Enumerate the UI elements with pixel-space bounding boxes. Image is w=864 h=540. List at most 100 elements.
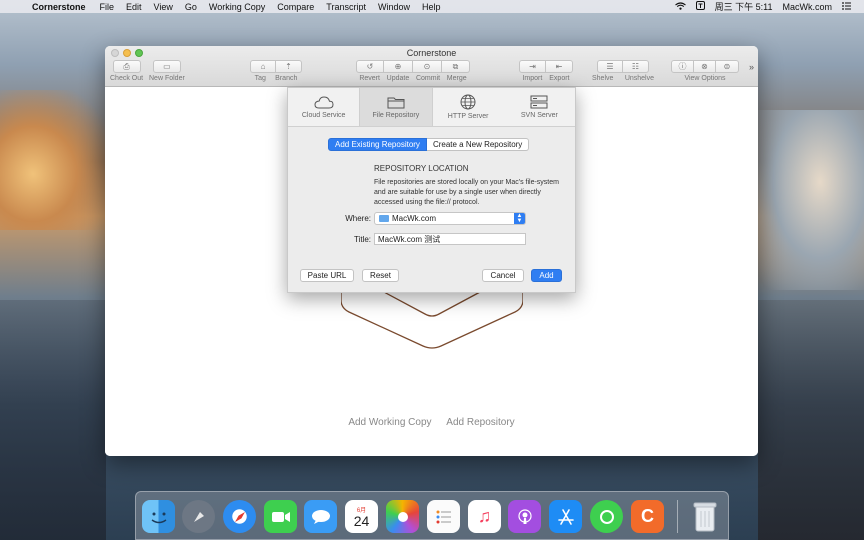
trash-icon[interactable] xyxy=(688,500,721,533)
tab-http-server-label: HTTP Server xyxy=(447,113,489,120)
update-label: Update xyxy=(386,75,410,82)
facetime-icon[interactable] xyxy=(264,500,297,533)
menu-working-copy[interactable]: Working Copy xyxy=(203,2,271,12)
dock: 6月 24 ♫ C xyxy=(135,491,729,540)
merge-button[interactable]: ⧉ xyxy=(442,60,470,73)
podcasts-icon[interactable] xyxy=(508,500,541,533)
check-out-button[interactable]: ⎙ Check Out xyxy=(110,60,143,82)
unshelve-label: Unshelve xyxy=(624,75,654,82)
title-field[interactable]: MacWk.com 测试 xyxy=(374,233,526,245)
import-export-group: ⇥ ⇤ Import Export xyxy=(519,60,573,82)
find-my-icon[interactable] xyxy=(590,500,623,533)
reminders-icon[interactable] xyxy=(427,500,460,533)
merge-icon: ⧉ xyxy=(452,61,459,71)
new-folder-icon: ▭ xyxy=(163,62,171,71)
window-titlebar: Cornerstone ⎙ Check Out ▭ New Folder ⌂ ⇡… xyxy=(105,46,758,87)
commit-label: Commit xyxy=(415,75,441,82)
menu-window[interactable]: Window xyxy=(372,2,416,12)
menu-edit[interactable]: Edit xyxy=(120,2,148,12)
shelve-button[interactable]: ☰ xyxy=(597,60,623,73)
where-value: MacWk.com xyxy=(392,214,436,223)
view-option-info-button[interactable]: ⓘ xyxy=(671,60,694,73)
menubar-user[interactable]: MacWk.com xyxy=(778,2,838,12)
repository-location-heading: REPOSITORY LOCATION xyxy=(374,164,469,173)
close-circle-icon: ⊗ xyxy=(701,62,708,71)
safari-icon[interactable] xyxy=(223,500,256,533)
menu-transcript[interactable]: Transcript xyxy=(320,2,372,12)
view-options-label: View Options xyxy=(684,75,726,82)
folder-icon xyxy=(387,97,405,108)
tab-svn-server-label: SVN Server xyxy=(520,112,558,119)
photos-icon[interactable] xyxy=(386,500,419,533)
cornerstone-icon[interactable]: C xyxy=(631,500,664,533)
wallpaper-shadow-left xyxy=(0,300,106,540)
revert-label: Revert xyxy=(359,75,380,82)
menubar-clock[interactable]: 周三 下午 5:11 xyxy=(710,0,778,13)
commit-icon: ⊙ xyxy=(423,62,431,71)
window-title: Cornerstone xyxy=(406,48,457,58)
tab-svn-server[interactable]: SVN Server xyxy=(504,88,575,126)
menu-help[interactable]: Help xyxy=(416,2,447,12)
new-folder-button[interactable]: ▭ New Folder xyxy=(149,60,185,82)
import-button[interactable]: ⇥ xyxy=(519,60,546,73)
unshelve-icon: ☷ xyxy=(631,62,640,71)
commit-button[interactable]: ⊙ xyxy=(413,60,442,73)
branch-label: Branch xyxy=(275,75,298,82)
shelve-label: Shelve xyxy=(592,75,614,82)
shelve-icon: ☰ xyxy=(606,62,614,71)
input-method-icon[interactable] xyxy=(691,1,710,12)
music-icon[interactable]: ♫ xyxy=(468,500,501,533)
popup-chevrons-icon: ▲ ▼ xyxy=(514,213,525,224)
menu-file[interactable]: File xyxy=(94,2,121,12)
add-button[interactable]: Add xyxy=(531,269,562,282)
finder-icon[interactable] xyxy=(142,500,175,533)
launchpad-icon[interactable] xyxy=(182,500,215,533)
view-option-close-button[interactable]: ⊗ xyxy=(694,60,716,73)
check-out-icon: ⎙ xyxy=(123,61,130,71)
tag-label: Tag xyxy=(254,75,266,82)
wallpaper-shadow-right xyxy=(758,300,864,540)
wallpaper-glow-right xyxy=(754,110,864,290)
tab-http-server[interactable]: HTTP Server xyxy=(433,88,504,126)
paste-url-button[interactable]: Paste URL xyxy=(300,269,354,282)
export-button[interactable]: ⇤ xyxy=(546,60,573,73)
menu-bar: Cornerstone File Edit View Go Working Co… xyxy=(0,0,864,13)
tag-button[interactable]: ⌂ xyxy=(250,60,276,73)
tab-file-repository[interactable]: File Repository xyxy=(359,88,433,126)
toolbar-overflow-chevron-icon[interactable]: » xyxy=(749,62,754,72)
create-new-repository-segment[interactable]: Create a New Repository xyxy=(426,138,530,151)
branch-icon: ⇡ xyxy=(285,62,292,71)
add-working-copy-link[interactable]: Add Working Copy xyxy=(348,417,431,428)
cloud-icon xyxy=(314,95,334,108)
menu-go[interactable]: Go xyxy=(179,2,203,12)
add-repository-link[interactable]: Add Repository xyxy=(446,417,514,428)
notification-center-icon[interactable] xyxy=(837,1,856,12)
reset-button[interactable]: Reset xyxy=(362,269,399,282)
update-button[interactable]: ⊕ xyxy=(384,60,413,73)
tag-icon: ⌂ xyxy=(260,62,266,71)
menu-compare[interactable]: Compare xyxy=(271,2,320,12)
tag-branch-group: ⌂ ⇡ Tag Branch xyxy=(250,60,302,82)
app-store-icon[interactable] xyxy=(549,500,582,533)
info-icon: ⓘ xyxy=(678,62,687,71)
title-label: Title: xyxy=(353,235,371,244)
unshelve-button[interactable]: ☷ xyxy=(623,60,649,73)
menu-view[interactable]: View xyxy=(148,2,179,12)
merge-label: Merge xyxy=(446,75,467,82)
repository-mode-segmented-control: Add Existing Repository Create a New Rep… xyxy=(328,138,530,151)
add-repository-sheet: Cloud Service File Repository HTTP Serve… xyxy=(287,87,576,293)
add-existing-repository-segment[interactable]: Add Existing Repository xyxy=(328,138,427,151)
view-option-code-button[interactable]: ⊜ xyxy=(716,60,739,73)
where-popup-button[interactable]: MacWk.com ▲ ▼ xyxy=(374,212,526,225)
tab-cloud-service[interactable]: Cloud Service xyxy=(288,88,359,126)
globe-icon xyxy=(460,94,476,110)
cancel-button[interactable]: Cancel xyxy=(482,269,524,282)
revert-button[interactable]: ↺ xyxy=(356,60,384,73)
messages-icon[interactable] xyxy=(304,500,337,533)
menu-app-name[interactable]: Cornerstone xyxy=(28,2,94,12)
tab-cloud-service-label: Cloud Service xyxy=(301,111,346,119)
calendar-icon[interactable]: 6月 24 xyxy=(345,500,378,533)
code-icon: ⊜ xyxy=(723,62,731,71)
wifi-icon[interactable] xyxy=(670,1,691,12)
branch-button[interactable]: ⇡ xyxy=(276,60,302,73)
